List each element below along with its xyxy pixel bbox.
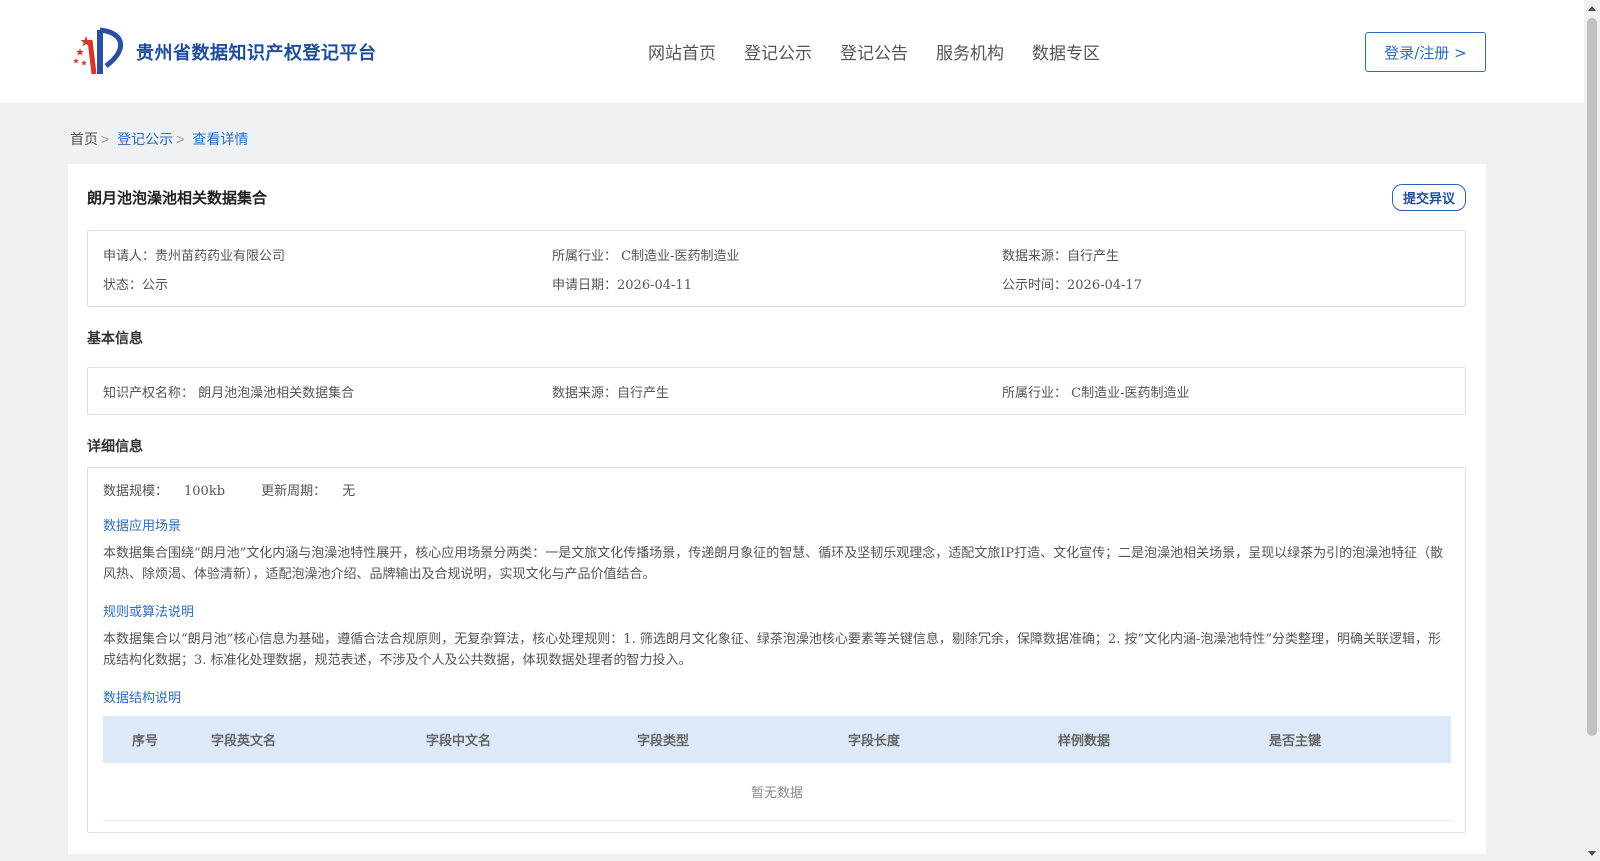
scroll-up-arrow-icon[interactable]: [1584, 0, 1600, 16]
update-cycle-label: 更新周期：: [261, 484, 327, 499]
nav-item-data-zone[interactable]: 数据专区: [1032, 39, 1100, 64]
table-header-row: 序号 字段英文名 字段中文名 字段类型 字段长度 样例数据 是否主键: [103, 716, 1451, 763]
table-header-index: 序号: [132, 734, 159, 749]
application-scenario-heading: 数据应用场景: [103, 519, 182, 534]
apply-date-value: 2026-04-11: [617, 278, 692, 293]
logo-text: 贵州省数据知识产权登记平台: [136, 43, 377, 64]
publish-date-value: 2026-04-17: [1067, 278, 1142, 293]
data-scale-field: 数据规模： 100kb: [103, 484, 241, 499]
breadcrumb-registration-publicity[interactable]: 登记公示: [117, 129, 173, 149]
breadcrumb-home[interactable]: 首页: [70, 129, 98, 149]
update-cycle-field: 更新周期： 无: [261, 484, 371, 499]
data-scale-value: 100kb: [184, 484, 226, 499]
detail-card: 朗月池泡澡池相关数据集合 提交异议 申请人：贵州苗药药业有限公司 所属行业： C…: [68, 164, 1486, 854]
source-value: 自行产生: [1067, 249, 1120, 264]
status-label: 状态：: [103, 278, 143, 293]
nav-item-service-agencies[interactable]: 服务机构: [936, 39, 1004, 64]
data-scale-label: 数据规模：: [103, 484, 169, 499]
applicant-label: 申请人：: [103, 249, 156, 264]
table-header-field-type: 字段类型: [637, 734, 690, 749]
application-scenario-text: 本数据集合围绕“朗月池”文化内涵与泡澡池特性展开，核心应用场景分两类：一是文旅文…: [103, 546, 1444, 582]
source-field: 数据来源：自行产生: [1002, 245, 1119, 264]
detailed-info-heading: 详细信息: [87, 439, 143, 455]
scrollbar-thumb[interactable]: [1587, 18, 1597, 736]
site-logo[interactable]: 贵州省数据知识产权登记平台: [70, 26, 377, 78]
status-value: 公示: [142, 278, 169, 293]
rules-algorithm-heading: 规则或算法说明: [103, 605, 195, 620]
basic-industry-value: C制造业-医药制造业: [1071, 386, 1190, 401]
breadcrumb-separator: >: [176, 131, 185, 147]
nav-item-home[interactable]: 网站首页: [648, 39, 716, 64]
page-title: 朗月池泡澡池相关数据集合: [87, 189, 268, 207]
basic-source-field: 数据来源：自行产生: [552, 382, 669, 401]
table-header-field-en: 字段英文名: [211, 734, 277, 749]
basic-info-heading: 基本信息: [87, 331, 143, 347]
scroll-down-arrow-icon[interactable]: [1584, 845, 1600, 861]
breadcrumb-separator: >: [101, 131, 110, 147]
ip-name-label: 知识产权名称：: [103, 386, 195, 401]
table-header-field-cn: 字段中文名: [426, 734, 492, 749]
nav-item-registration-announcement[interactable]: 登记公告: [840, 39, 908, 64]
page-scrollbar[interactable]: [1584, 0, 1600, 861]
rules-algorithm-text: 本数据集合以“朗月池”核心信息为基础，遵循合法合规原则，无复杂算法，核心处理规则…: [103, 632, 1442, 668]
industry-label: 所属行业：: [552, 249, 618, 264]
data-meta-line: 数据规模： 100kb 更新周期： 无: [103, 480, 387, 499]
industry-field: 所属行业： C制造业-医药制造业: [552, 245, 740, 264]
main-nav: 网站首页 登记公示 登记公告 服务机构 数据专区: [648, 39, 1128, 64]
applicant-field: 申请人：贵州苗药药业有限公司: [103, 245, 285, 264]
data-structure-table: 序号 字段英文名 字段中文名 字段类型 字段长度 样例数据 是否主键 暂无数据: [103, 716, 1451, 821]
breadcrumb: 首页 > 登记公示 > 查看详情: [70, 129, 248, 149]
basic-industry-field: 所属行业： C制造业-医药制造业: [1002, 382, 1190, 401]
table-header-primary-key: 是否主键: [1269, 734, 1322, 749]
basic-source-value: 自行产生: [617, 386, 670, 401]
detailed-info-panel: 数据规模： 100kb 更新周期： 无 数据应用场景 本数据集合围绕“朗月池”文化内…: [87, 467, 1466, 833]
table-empty-state: 暂无数据: [103, 763, 1451, 821]
table-header-sample: 样例数据: [1058, 734, 1111, 749]
ip-name-field: 知识产权名称： 朗月池泡澡池相关数据集合: [103, 382, 354, 401]
publish-date-field: 公示时间：2026-04-17: [1002, 274, 1142, 293]
login-register-button[interactable]: 登录/注册 >: [1365, 32, 1486, 72]
data-structure-heading: 数据结构说明: [103, 691, 182, 706]
update-cycle-value: 无: [342, 484, 356, 499]
breadcrumb-view-details[interactable]: 查看详情: [192, 129, 248, 149]
submit-objection-button[interactable]: 提交异议: [1392, 184, 1466, 211]
industry-value: C制造业-医药制造业: [621, 249, 740, 264]
apply-date-label: 申请日期：: [552, 278, 618, 293]
ip-name-value: 朗月池泡澡池相关数据集合: [198, 386, 355, 401]
logo-icon: [70, 26, 130, 78]
basic-industry-label: 所属行业：: [1002, 386, 1068, 401]
basic-source-label: 数据来源：: [552, 386, 618, 401]
source-label: 数据来源：: [1002, 249, 1068, 264]
apply-date-field: 申请日期：2026-04-11: [552, 274, 692, 293]
site-header: 贵州省数据知识产权登记平台 网站首页 登记公示 登记公告 服务机构 数据专区 登…: [0, 0, 1584, 103]
publish-date-label: 公示时间：: [1002, 278, 1068, 293]
table-header-field-length: 字段长度: [848, 734, 901, 749]
status-field: 状态：公示: [103, 274, 168, 293]
applicant-value: 贵州苗药药业有限公司: [155, 249, 286, 264]
basic-info-panel: 知识产权名称： 朗月池泡澡池相关数据集合 数据来源：自行产生 所属行业： C制造…: [87, 367, 1466, 415]
summary-panel: 申请人：贵州苗药药业有限公司 所属行业： C制造业-医药制造业 数据来源：自行产…: [87, 230, 1466, 307]
nav-item-registration-publicity[interactable]: 登记公示: [744, 39, 812, 64]
